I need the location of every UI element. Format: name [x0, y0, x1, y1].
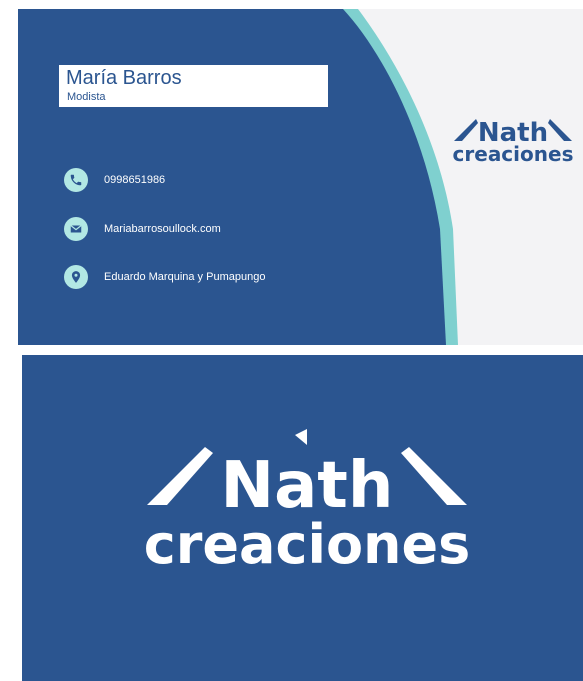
brand-logo-large: Nath creaciones [144, 429, 471, 576]
email-text: Mariabarrosoullock.com [104, 223, 221, 235]
phone-text: 0998651986 [104, 174, 166, 186]
contact-address: Eduardo Marquina y Pumapungo [64, 265, 265, 289]
phone-icon [64, 168, 88, 192]
contact-email: Mariabarrosoullock.com [64, 217, 221, 241]
logo-line1-large: Nath [221, 449, 394, 523]
logo-line2-large: creaciones [144, 513, 471, 576]
name-plate: María Barros Modista [59, 65, 328, 107]
business-card-back: Nath creaciones [22, 355, 583, 681]
person-name: María Barros [66, 67, 182, 89]
location-icon [64, 265, 88, 289]
mail-icon [64, 217, 88, 241]
contact-phone: 0998651986 [64, 168, 165, 192]
business-card-front: María Barros Modista 0998651986 Mariabar… [18, 9, 583, 345]
person-role: Modista [67, 91, 106, 103]
address-text: Eduardo Marquina y Pumapungo [104, 271, 266, 283]
brand-logo-small: Nath creaciones [453, 118, 574, 166]
logo-line2: creaciones [453, 142, 574, 166]
